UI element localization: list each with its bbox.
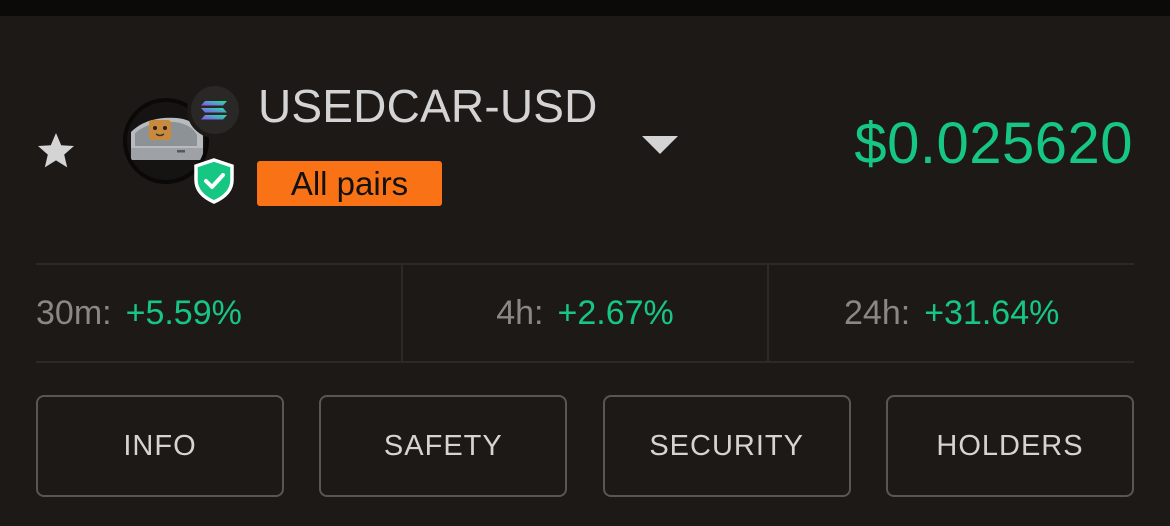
chevron-down-icon[interactable] — [640, 133, 680, 157]
stat-value: +2.67% — [557, 293, 674, 332]
stat-label: 4h: — [496, 293, 544, 332]
all-pairs-badge[interactable]: All pairs — [257, 161, 442, 206]
stat-4h: 4h: +2.67% — [400, 265, 768, 361]
action-buttons: INFO SAFETY SECURITY HOLDERS — [36, 395, 1134, 497]
holders-button[interactable]: HOLDERS — [885, 395, 1134, 497]
pair-name: USEDCAR-USD — [258, 80, 598, 132]
stat-24h: 24h: +31.64% — [767, 265, 1134, 361]
price-change-stats: 30m: +5.59% 4h: +2.67% 24h: +31.64% — [36, 263, 1134, 363]
top-bar — [0, 0, 1170, 16]
stat-label: 30m: — [36, 293, 112, 332]
stat-value: +31.64% — [924, 293, 1060, 332]
verified-shield-icon — [194, 158, 234, 204]
stat-label: 24h: — [844, 293, 911, 332]
stat-value: +5.59% — [125, 293, 242, 332]
favorite-star-icon[interactable] — [36, 131, 76, 171]
stat-30m: 30m: +5.59% — [36, 265, 401, 361]
safety-button[interactable]: SAFETY — [319, 395, 568, 497]
info-button[interactable]: INFO — [36, 395, 284, 497]
security-button[interactable]: SECURITY — [602, 395, 851, 497]
solana-icon — [187, 82, 243, 138]
token-price: $0.025620 — [854, 111, 1133, 176]
